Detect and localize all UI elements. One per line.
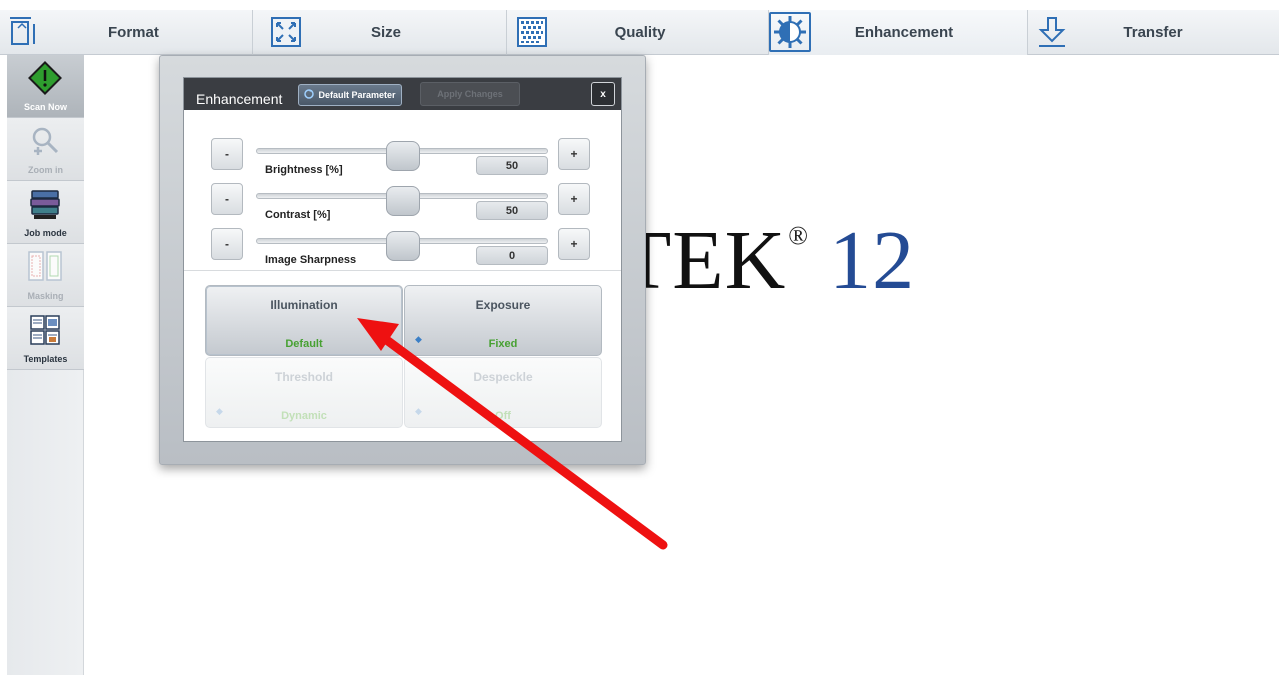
contrast-decrease-button[interactable]: - <box>211 183 243 215</box>
toolbar-tab-label: Transfer <box>1123 24 1183 41</box>
slider-image-sharpness: - Image Sharpness 0 + <box>184 228 621 272</box>
tile-title: Illumination <box>270 298 338 312</box>
tile-value: Default <box>285 338 323 350</box>
format-icon <box>6 14 42 50</box>
enhancement-icon <box>769 12 811 52</box>
sidebar-item-label: Templates <box>23 354 68 364</box>
contrast-thumb[interactable] <box>386 186 420 216</box>
templates-button[interactable]: Templates <box>7 307 84 370</box>
zoom-in-icon <box>27 124 63 158</box>
enhancement-dialog: Enhancement Default Parameter Apply Chan… <box>183 77 622 442</box>
reset-icon <box>304 89 315 101</box>
masking-button[interactable]: Masking <box>7 244 84 307</box>
tile-title: Despeckle <box>473 370 533 384</box>
illumination-tile[interactable]: Illumination Default <box>205 285 403 356</box>
job-mode-button[interactable]: Job mode <box>7 181 84 244</box>
sharpness-track[interactable] <box>256 231 548 261</box>
exposure-tile[interactable]: Exposure ◆ Fixed <box>404 285 602 356</box>
product-logo: TEK® 12 <box>620 212 915 309</box>
toolbar-tab-label: Enhancement <box>854 24 954 41</box>
toolbar-tab-label: Format <box>108 24 159 41</box>
sidebar-item-label: Zoom in <box>28 165 63 175</box>
slider-contrast: - Contrast [%] 50 + <box>184 183 621 227</box>
brightness-label: Brightness [%] <box>265 164 343 176</box>
templates-icon <box>27 313 63 347</box>
job-mode-icon <box>27 187 63 221</box>
toolbar-tab-transfer[interactable]: Transfer <box>1028 10 1279 55</box>
contrast-track[interactable] <box>256 186 548 216</box>
toolbar-tab-label: Quality <box>614 24 666 41</box>
apply-changes-label: Apply Changes <box>437 89 503 99</box>
brightness-thumb[interactable] <box>386 141 420 171</box>
tile-title: Threshold <box>274 370 333 384</box>
tile-value: Fixed <box>488 338 518 350</box>
contrast-value: 50 <box>476 201 548 220</box>
toolbar-tab-format[interactable]: Format <box>0 10 253 55</box>
threshold-tile[interactable]: Threshold ◆ Dynamic <box>205 357 403 428</box>
apply-changes-button[interactable]: Apply Changes <box>420 82 520 106</box>
masking-icon <box>27 250 63 284</box>
sharpness-decrease-button[interactable]: - <box>211 228 243 260</box>
zoom-in-button[interactable]: Zoom in <box>7 118 84 181</box>
close-button[interactable]: x <box>591 82 615 106</box>
toolbar-tab-quality[interactable]: Quality <box>507 10 769 55</box>
sidebar-item-label: Job mode <box>24 228 67 238</box>
toolbar-tab-size[interactable]: Size <box>253 10 507 55</box>
brightness-decrease-button[interactable]: - <box>211 138 243 170</box>
brightness-track[interactable] <box>256 141 548 171</box>
tile-title: Exposure <box>475 298 531 312</box>
left-sidebar: Scan Now Zoom in Job mode Masking Templa… <box>7 55 84 675</box>
dialog-header: Enhancement Default Parameter Apply Chan… <box>184 78 621 110</box>
logo-version: 12 <box>829 214 916 307</box>
toolbar-tab-label: Size <box>370 24 401 41</box>
contrast-label: Contrast [%] <box>265 209 331 221</box>
contrast-increase-button[interactable]: + <box>558 183 590 215</box>
sharpness-thumb[interactable] <box>386 231 420 261</box>
brightness-increase-button[interactable]: + <box>558 138 590 170</box>
toolbar-tab-enhancement[interactable]: Enhancement <box>769 10 1028 55</box>
enhancement-options: Illumination Default Exposure ◆ Fixed Th… <box>184 270 621 441</box>
default-parameter-button[interactable]: Default Parameter <box>298 84 402 106</box>
dialog-title: Enhancement <box>196 91 283 107</box>
despeckle-tile[interactable]: Despeckle ◆ Off <box>404 357 602 428</box>
scan-now-icon <box>27 61 63 95</box>
tile-value: Dynamic <box>281 410 327 422</box>
close-icon: x <box>600 88 606 100</box>
sharpness-label: Image Sharpness <box>265 254 357 266</box>
registered-mark: ® <box>788 221 810 250</box>
top-toolbar: Format Size Quality Enhancement Transfer <box>0 10 1279 55</box>
sharpness-increase-button[interactable]: + <box>558 228 590 260</box>
tile-value: Off <box>495 410 511 422</box>
brightness-value: 50 <box>476 156 548 175</box>
sharpness-value: 0 <box>476 246 548 265</box>
sidebar-item-label: Masking <box>27 291 64 301</box>
sidebar-item-label: Scan Now <box>23 102 67 112</box>
app-window: Format Size Quality Enhancement Transfer <box>0 0 1279 675</box>
size-icon <box>268 14 304 50</box>
default-parameter-label: Default Parameter <box>318 90 396 100</box>
slider-brightness: - Brightness [%] 50 + <box>184 138 621 182</box>
scan-now-button[interactable]: Scan Now <box>7 55 84 118</box>
transfer-icon <box>1034 14 1070 50</box>
quality-icon <box>514 14 550 50</box>
